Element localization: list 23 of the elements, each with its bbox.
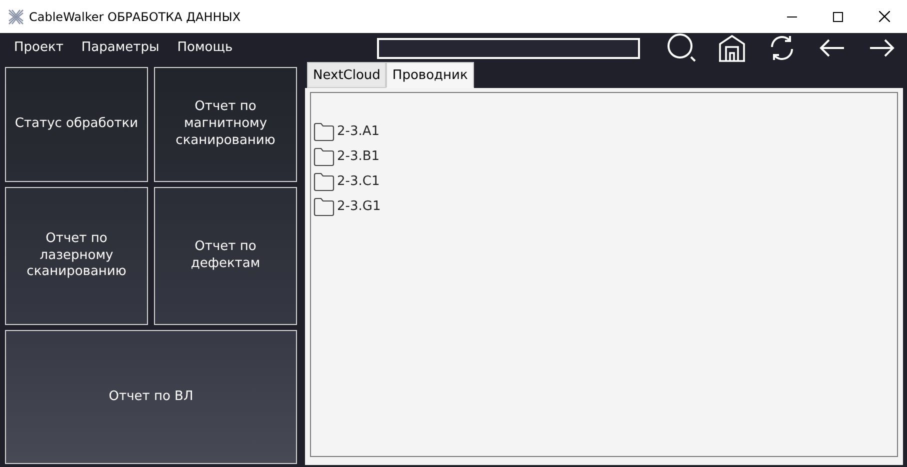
folder-name[interactable]: 2-3.G1	[337, 196, 381, 216]
report-button[interactable]: Отчет по дефектам	[154, 187, 297, 325]
tab[interactable]: Проводник	[386, 62, 474, 88]
folder-icon	[313, 146, 335, 166]
folder-name[interactable]: 2-3.B1	[337, 146, 380, 166]
folder-icon	[313, 172, 335, 192]
folder-icon	[313, 122, 335, 142]
folder-name[interactable]: 2-3.C1	[337, 172, 380, 192]
folder-name[interactable]: 2-3.A1	[337, 122, 380, 142]
report-button[interactable]: Статус обработки	[5, 67, 148, 182]
close-icon[interactable]	[878, 11, 890, 22]
window-title: CableWalker ОБРАБОТКА ДАННЫХ	[29, 8, 241, 26]
menu-item[interactable]: Проект	[5, 38, 72, 58]
menu-item[interactable]: Помощь	[168, 38, 242, 58]
report-button[interactable]: Отчет по ВЛ	[5, 330, 297, 464]
app-logo-icon	[7, 8, 25, 26]
report-button[interactable]: Отчет по магнитному сканированию	[154, 67, 297, 182]
report-button[interactable]: Отчет по лазерному сканированию	[5, 187, 148, 325]
menu-item[interactable]: Параметры	[72, 38, 168, 58]
maximize-icon[interactable]	[833, 12, 843, 22]
folder-icon	[313, 196, 335, 216]
tab[interactable]: NextCloud	[307, 62, 386, 88]
search-field[interactable]	[377, 38, 640, 58]
